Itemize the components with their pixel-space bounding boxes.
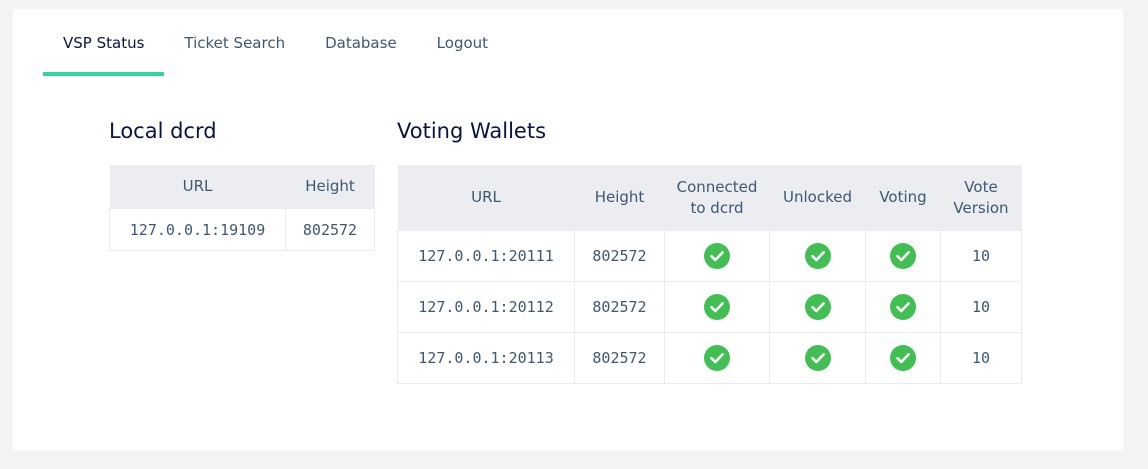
cell-voting: [865, 281, 941, 333]
local-dcrd-title: Local dcrd: [109, 119, 217, 143]
header-url: URL: [109, 165, 286, 209]
tab-label: Logout: [436, 33, 489, 52]
cell-version: 10: [940, 332, 1022, 384]
table-header-row: URL Height: [109, 165, 375, 209]
header-height: Height: [574, 165, 665, 231]
table-row: 127.0.0.1:20112 802572 10: [397, 281, 1022, 333]
header-version-line1: Vote: [964, 177, 998, 196]
tab-logout[interactable]: Logout: [417, 9, 508, 76]
tab-database[interactable]: Database: [305, 9, 417, 76]
nav-tabs: VSP Status Ticket Search Database Logout: [43, 9, 508, 76]
cell-height: 802572: [574, 332, 665, 384]
cell-connected: [664, 332, 770, 384]
local-dcrd-table: URL Height 127.0.0.1:19109 802572: [109, 165, 375, 251]
header-version-line2: Version: [953, 198, 1009, 217]
header-connected-line1: Connected: [676, 177, 758, 196]
check-circle-icon: [804, 294, 831, 320]
tab-label: Database: [325, 33, 397, 52]
header-height: Height: [285, 165, 375, 209]
table-row: 127.0.0.1:19109 802572: [109, 208, 375, 251]
cell-connected: [664, 230, 770, 282]
cell-height: 802572: [574, 281, 665, 333]
table-row: 127.0.0.1:20113 802572 10: [397, 332, 1022, 384]
tab-vsp-status[interactable]: VSP Status: [43, 9, 165, 76]
tab-label: Ticket Search: [184, 33, 286, 52]
check-circle-icon: [890, 243, 916, 269]
check-circle-icon: [704, 243, 730, 269]
voting-wallets-table: URL Height Connected to dcrd Unlocked Vo…: [397, 165, 1022, 384]
cell-url: 127.0.0.1:20111: [397, 230, 575, 282]
cell-unlocked: [769, 332, 866, 384]
tab-ticket-search[interactable]: Ticket Search: [164, 9, 305, 76]
cell-version: 10: [940, 230, 1022, 282]
cell-height: 802572: [574, 230, 665, 282]
cell-url: 127.0.0.1:20113: [397, 332, 575, 384]
cell-url: 127.0.0.1:20112: [397, 281, 575, 333]
cell-voting: [865, 332, 941, 384]
header-vote-version: Vote Version: [940, 165, 1022, 231]
cell-unlocked: [769, 281, 866, 333]
cell-version: 10: [940, 281, 1022, 333]
check-circle-icon: [704, 345, 730, 371]
check-circle-icon: [804, 345, 831, 371]
check-circle-icon: [804, 243, 831, 269]
header-connected-line2: to dcrd: [690, 198, 744, 217]
voting-wallets-title: Voting Wallets: [397, 119, 547, 143]
cell-unlocked: [769, 230, 866, 282]
table-header-row: URL Height Connected to dcrd Unlocked Vo…: [397, 165, 1022, 231]
tab-label: VSP Status: [63, 33, 145, 52]
header-url: URL: [397, 165, 575, 231]
header-unlocked: Unlocked: [769, 165, 866, 231]
cell-connected: [664, 281, 770, 333]
cell-voting: [865, 230, 941, 282]
table-row: 127.0.0.1:20111 802572 10: [397, 230, 1022, 282]
cell-url: 127.0.0.1:19109: [109, 208, 286, 251]
check-circle-icon: [890, 345, 916, 371]
cell-height: 802572: [285, 208, 375, 251]
main-panel: VSP Status Ticket Search Database Logout…: [13, 9, 1123, 451]
header-voting: Voting: [865, 165, 941, 231]
check-circle-icon: [890, 294, 916, 320]
header-connected: Connected to dcrd: [664, 165, 770, 231]
check-circle-icon: [704, 294, 730, 320]
